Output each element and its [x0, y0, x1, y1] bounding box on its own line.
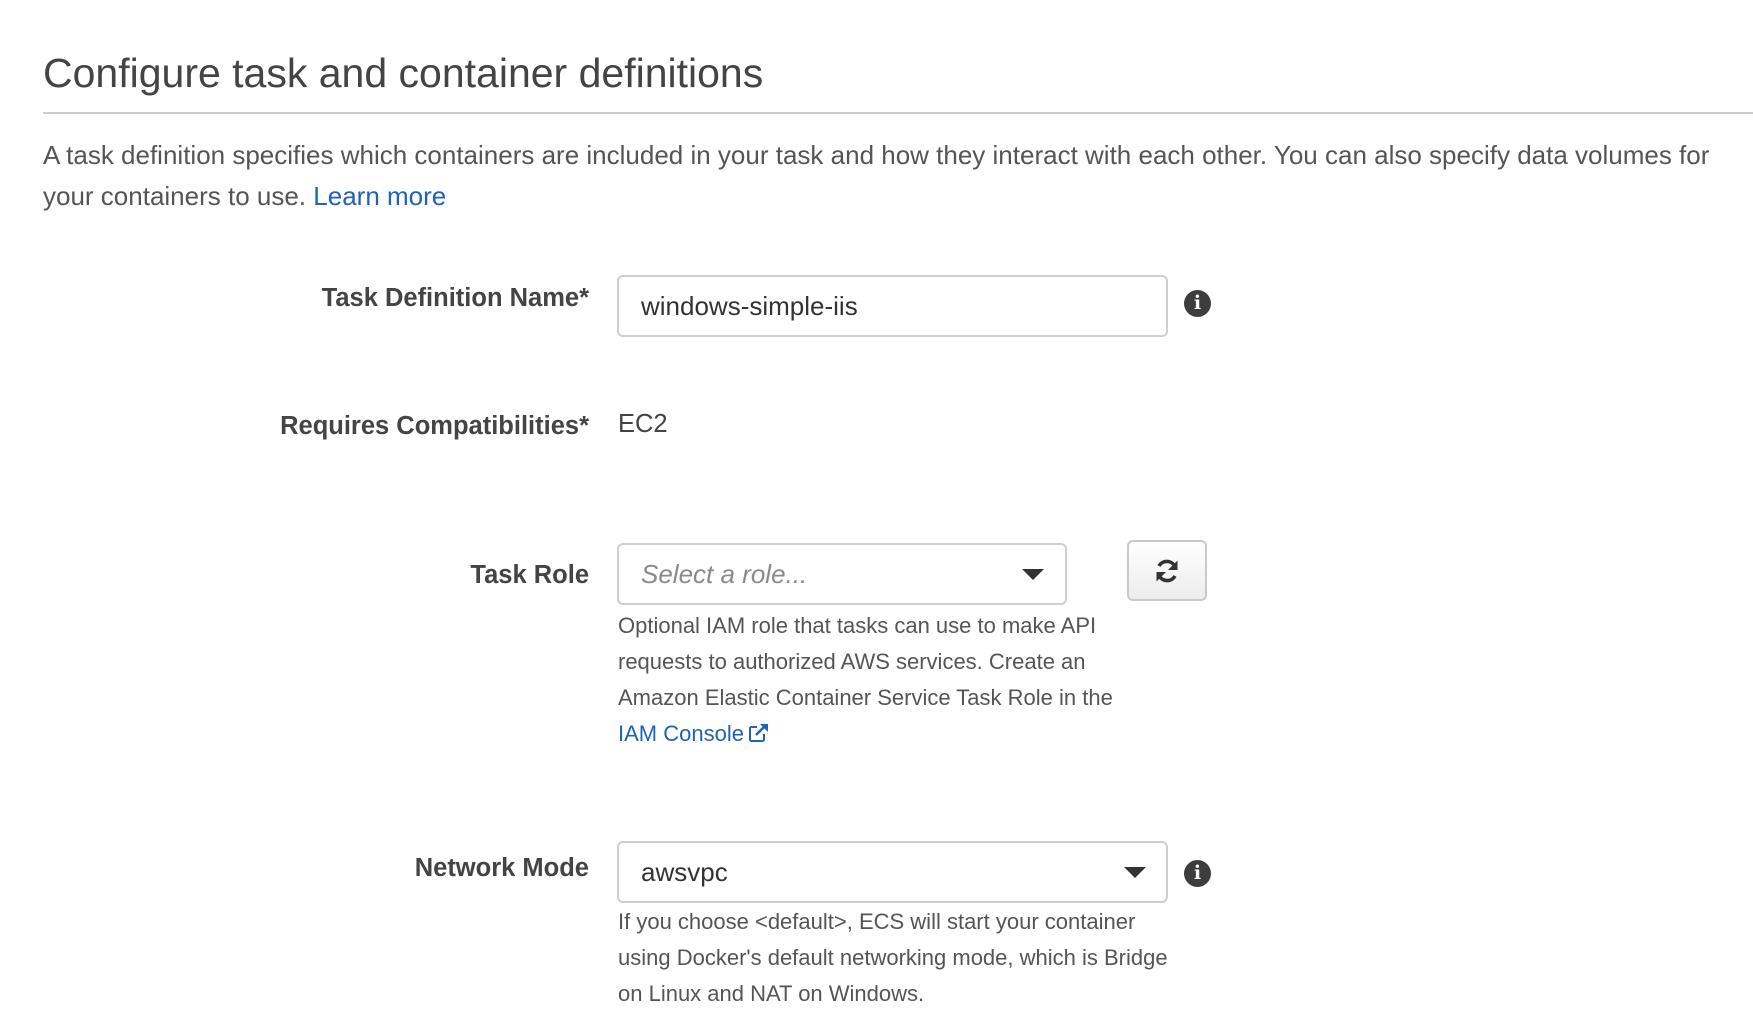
- network-mode-label: Network Mode: [414, 854, 589, 882]
- refresh-roles-button[interactable]: [1127, 540, 1207, 601]
- page-title: Configure task and container definitions: [43, 50, 764, 96]
- requires-compatibilities-value: EC2: [618, 410, 668, 438]
- external-link-icon: [748, 724, 768, 742]
- requires-compatibilities-label: Requires Compatibilities*: [280, 412, 589, 440]
- task-definition-name-input[interactable]: [617, 275, 1168, 337]
- task-role-help-text: Optional IAM role that tasks can use to …: [618, 613, 1113, 710]
- info-circle-icon[interactable]: i: [1184, 290, 1211, 317]
- task-role-help: Optional IAM role that tasks can use to …: [618, 608, 1118, 752]
- network-mode-value: awsvpc: [641, 856, 728, 887]
- iam-console-link[interactable]: IAM Console: [618, 721, 770, 746]
- task-role-placeholder: Select a role...: [641, 558, 808, 589]
- network-mode-help: If you choose <default>, ECS will start …: [618, 909, 1168, 1006]
- task-role-label: Task Role: [470, 561, 589, 589]
- task-definition-name-label: Task Definition Name*: [321, 284, 589, 312]
- description-text: A task definition specifies which contai…: [43, 140, 1710, 211]
- chevron-down-icon: [1124, 867, 1146, 878]
- chevron-down-icon: [1022, 569, 1044, 580]
- info-circle-icon[interactable]: i: [1184, 860, 1211, 887]
- task-role-select[interactable]: Select a role...: [617, 543, 1067, 605]
- page-description: A task definition specifies which contai…: [43, 135, 1733, 217]
- title-divider: [43, 112, 1753, 114]
- refresh-icon: [1156, 559, 1178, 582]
- network-mode-select[interactable]: awsvpc: [617, 841, 1168, 903]
- learn-more-link[interactable]: Learn more: [313, 181, 446, 211]
- iam-console-link-label: IAM Console: [618, 721, 744, 746]
